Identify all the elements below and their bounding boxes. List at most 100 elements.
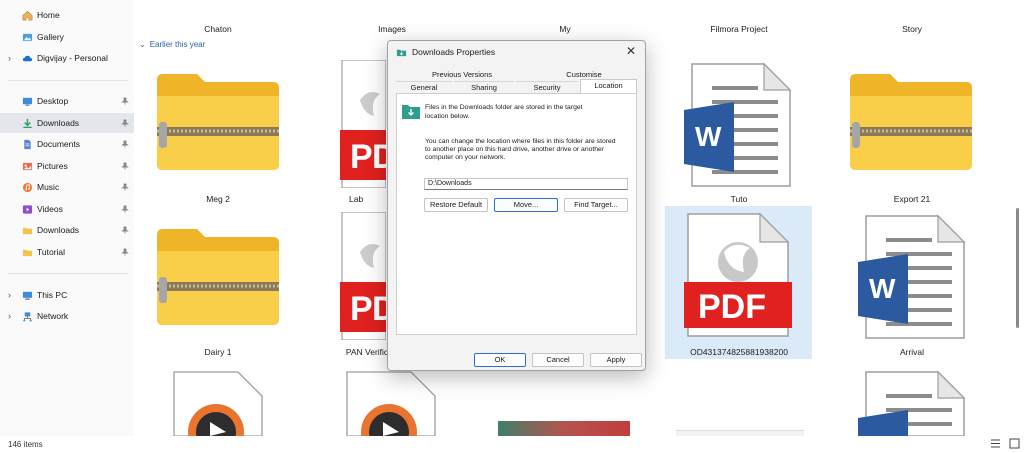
- sidebar-item-label: Downloads: [37, 118, 80, 128]
- folder-download-icon: [396, 49, 407, 56]
- tab-location[interactable]: Location: [580, 79, 637, 93]
- close-icon[interactable]: ✕: [623, 43, 639, 59]
- sidebar-item-this-pc[interactable]: › This PC: [0, 285, 134, 305]
- sidebar-item-pictures[interactable]: Pictures: [0, 156, 134, 176]
- description-line-3: computer on your network.: [425, 154, 506, 161]
- media-file-icon[interactable]: [345, 370, 437, 436]
- sidebar-item-label: Documents: [37, 139, 80, 149]
- cancel-button[interactable]: Cancel: [532, 353, 584, 367]
- music-icon: [22, 182, 33, 192]
- pdf-badge-text: PDF: [698, 288, 766, 326]
- sidebar-item-label: This PC: [37, 290, 68, 300]
- pin-icon: [121, 226, 129, 234]
- zip-folder-icon[interactable]: [157, 227, 279, 325]
- file-label: Tuto: [730, 194, 748, 204]
- file-label: Chaton: [204, 24, 232, 34]
- pin-icon: [121, 183, 129, 191]
- zip-folder-icon[interactable]: [157, 72, 279, 170]
- details-view-icon[interactable]: [990, 438, 1001, 449]
- pin-icon: [121, 248, 129, 256]
- sidebar-item-label: Pictures: [37, 161, 68, 171]
- pdf-file-icon[interactable]: P D: [340, 60, 386, 188]
- svg-text:D: D: [372, 290, 386, 328]
- sidebar-item-onedrive[interactable]: › Digvijay - Personal: [0, 48, 134, 68]
- home-icon: [22, 10, 33, 20]
- sidebar-item-home[interactable]: Home: [0, 5, 134, 25]
- word-badge-letter: W: [869, 273, 896, 304]
- zip-folder-icon[interactable]: [850, 72, 972, 170]
- ok-button[interactable]: OK: [474, 353, 526, 367]
- status-item-count: 146 items: [8, 440, 43, 449]
- download-icon: [23, 118, 32, 128]
- svg-text:D: D: [372, 138, 386, 176]
- sidebar-item-videos[interactable]: Videos: [0, 199, 134, 219]
- file-label: Dairy 1: [204, 347, 232, 357]
- svg-text:P: P: [350, 138, 373, 176]
- tab-general[interactable]: General: [396, 81, 452, 93]
- chevron-right-icon[interactable]: ›: [8, 53, 11, 63]
- file-explorer-window: Home Gallery › Digvijay - Personal Deskt…: [0, 0, 1024, 453]
- find-target-button[interactable]: Find Target...: [564, 198, 628, 212]
- sidebar-item-label: Gallery: [37, 32, 64, 42]
- sidebar-item-documents[interactable]: Documents: [0, 134, 134, 154]
- location-path-input[interactable]: D:\Downloads: [424, 178, 628, 190]
- chevron-down-icon: ⌄: [139, 40, 146, 49]
- info-text-line-1: Files in the Downloads folder are stored…: [425, 104, 583, 111]
- word-file-icon[interactable]: [858, 370, 966, 436]
- image-thumbnail[interactable]: [676, 430, 804, 436]
- restore-default-button[interactable]: Restore Default: [424, 198, 488, 212]
- view-switcher: [990, 438, 1020, 449]
- file-label: Images: [378, 24, 406, 34]
- large-icons-view-icon[interactable]: [1009, 438, 1020, 449]
- group-header[interactable]: ⌄ Earlier this year: [139, 40, 205, 49]
- divider: [8, 273, 128, 274]
- move-button[interactable]: Move...: [494, 198, 558, 212]
- pin-icon: [121, 140, 129, 148]
- pin-icon: [121, 162, 129, 170]
- sidebar-item-label: Home: [37, 10, 60, 20]
- sidebar-item-music[interactable]: Music: [0, 177, 134, 197]
- description-line-2: to another place on this hard drive, ano…: [425, 146, 605, 153]
- tab-security[interactable]: Security: [516, 81, 578, 93]
- info-text-line-2: location below.: [425, 113, 470, 120]
- file-label: Export 21: [893, 194, 931, 204]
- word-file-icon[interactable]: W: [858, 214, 966, 340]
- tab-sharing[interactable]: Sharing: [454, 81, 514, 93]
- sidebar-item-downloads[interactable]: Downloads: [0, 113, 134, 133]
- group-header-label: Earlier this year: [149, 40, 206, 49]
- apply-button[interactable]: Apply: [590, 353, 642, 367]
- sidebar-item-label: Tutorial: [37, 247, 66, 257]
- file-label: Filmora Project: [710, 24, 768, 34]
- sidebar-item-label: Digvijay - Personal: [37, 53, 108, 63]
- file-label: Arrival: [899, 347, 925, 357]
- file-label: Meg 2: [206, 194, 230, 204]
- media-file-icon[interactable]: [172, 370, 264, 436]
- pdf-file-icon[interactable]: P D: [340, 212, 386, 340]
- sidebar-item-label: Music: [37, 182, 60, 192]
- vertical-scrollbar[interactable]: [1016, 208, 1019, 328]
- tab-previous-versions[interactable]: Previous Versions: [408, 69, 516, 81]
- folder-icon: [22, 249, 33, 256]
- sidebar-item-label: Downloads: [37, 225, 80, 235]
- sidebar-item-gallery[interactable]: Gallery: [0, 27, 134, 47]
- properties-dialog: Downloads Properties ✕ Previous Versions…: [387, 40, 646, 371]
- navigation-pane: Home Gallery › Digvijay - Personal Deskt…: [0, 0, 134, 436]
- network-icon: [23, 311, 32, 321]
- cloud-icon: [22, 55, 33, 61]
- svg-text:W: W: [695, 121, 722, 152]
- chevron-right-icon[interactable]: ›: [8, 290, 11, 300]
- sidebar-item-label: Videos: [37, 204, 63, 214]
- sidebar-item-network[interactable]: › Network: [0, 306, 134, 326]
- sidebar-item-tutorial[interactable]: Tutorial: [0, 242, 134, 262]
- folder-download-icon: [402, 105, 420, 119]
- sidebar-item-downloads-folder[interactable]: Downloads: [0, 220, 134, 240]
- sidebar-item-desktop[interactable]: Desktop: [0, 91, 134, 111]
- word-file-icon[interactable]: W: [684, 62, 792, 188]
- location-tab-panel: Files in the Downloads folder are stored…: [396, 93, 637, 335]
- file-label: OD431374825881938200: [690, 347, 788, 357]
- document-icon: [24, 139, 31, 149]
- chevron-right-icon[interactable]: ›: [8, 311, 11, 321]
- image-thumbnail[interactable]: [498, 421, 630, 436]
- dialog-title: Downloads Properties: [412, 47, 496, 57]
- pdf-file-icon[interactable]: PDF: [684, 212, 792, 338]
